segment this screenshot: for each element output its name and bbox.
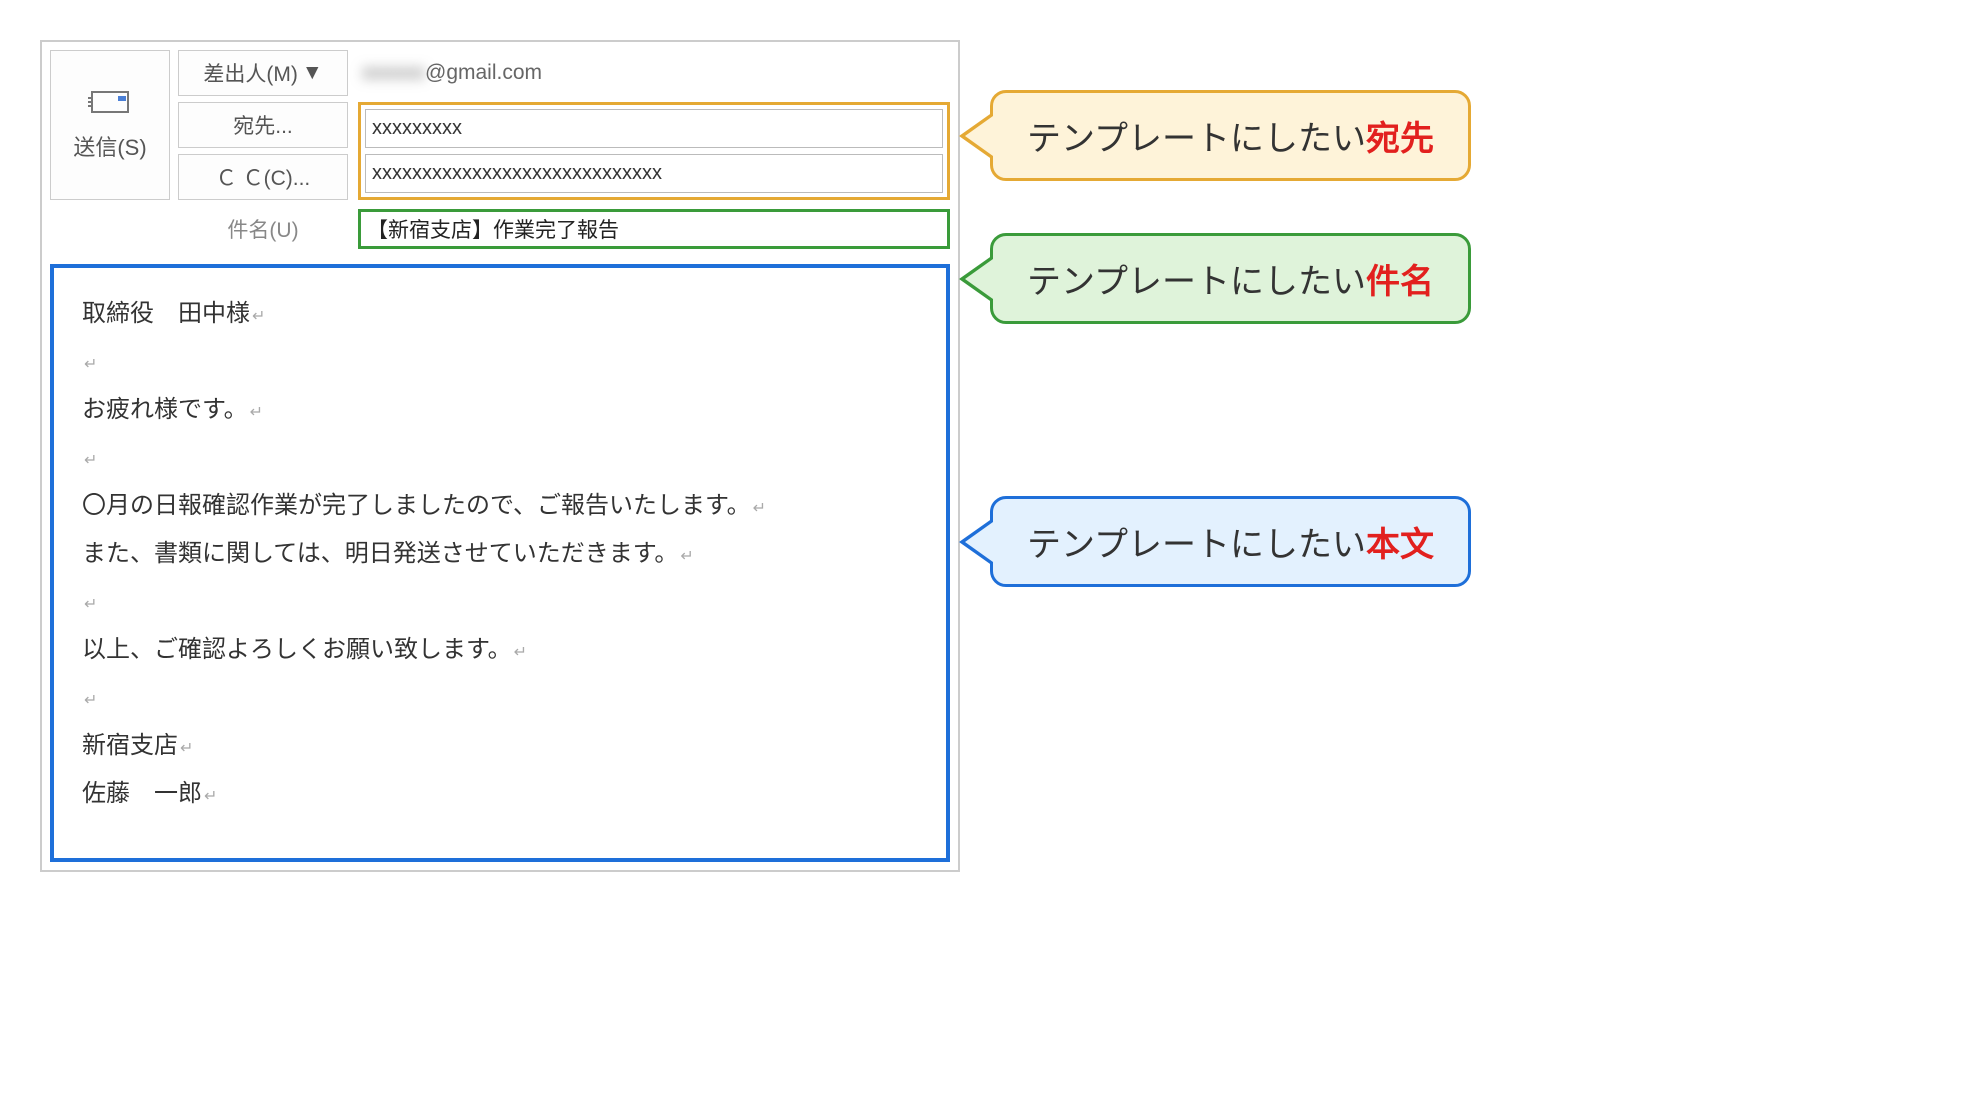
- send-icon: [88, 88, 132, 116]
- subject-input[interactable]: 【新宿支店】作業完了報告: [358, 209, 950, 249]
- body-line: また、書類に関しては、明日発送させていただきます。: [82, 530, 918, 578]
- subject-label: 件名(U): [178, 214, 348, 244]
- callout-arrow-inner: [965, 116, 993, 156]
- recipients-block: 宛先... Ｃ Ｃ(C)... xxxxxxxxx xxxxxxxxxxxxxx…: [178, 102, 950, 200]
- from-row: 差出人(M) ▼ xxxxxx@gmail.com: [178, 50, 950, 96]
- from-label: 差出人(M): [203, 58, 297, 88]
- header-fields: 差出人(M) ▼ xxxxxx@gmail.com 宛先... Ｃ Ｃ(C)..…: [178, 50, 950, 252]
- body-line: [82, 338, 918, 386]
- body-line: 以上、ご確認よろしくお願い致します。: [82, 626, 918, 674]
- body-textarea[interactable]: 取締役 田中様 お疲れ様です。 〇月の日報確認作業が完了しましたので、ご報告いた…: [50, 264, 950, 862]
- body-line: 佐藤 一郎: [82, 770, 918, 818]
- from-blurred: xxxxxx: [362, 61, 425, 84]
- body-line: [82, 434, 918, 482]
- callout-text: テンプレートにしたい: [1027, 263, 1366, 301]
- compose-window: 送信(S) 差出人(M) ▼ xxxxxx@gmail.com 宛先...: [40, 40, 960, 872]
- send-button[interactable]: 送信(S): [50, 50, 170, 200]
- cc-blurred: xxxxxxxxxxxxxxxxxxxxxxxxxxxxx: [372, 162, 662, 185]
- callout-text: テンプレートにしたい: [1027, 120, 1366, 158]
- callout-arrow-inner: [965, 522, 993, 562]
- callout-subject: テンプレートにしたい件名: [990, 233, 1471, 324]
- callout-em: 件名: [1366, 263, 1434, 301]
- body-line: 新宿支店: [82, 722, 918, 770]
- body-line: 取締役 田中様: [82, 290, 918, 338]
- chevron-down-icon: ▼: [302, 61, 323, 85]
- cc-input[interactable]: xxxxxxxxxxxxxxxxxxxxxxxxxxxxx: [365, 154, 943, 193]
- to-label: 宛先...: [233, 110, 293, 140]
- cc-button[interactable]: Ｃ Ｃ(C)...: [178, 154, 348, 200]
- callout-em: 本文: [1366, 526, 1434, 564]
- to-blurred: xxxxxxxxx: [372, 117, 462, 140]
- body-line: お疲れ様です。: [82, 386, 918, 434]
- callout-arrow-inner: [965, 259, 993, 299]
- callouts: テンプレートにしたい宛先 テンプレートにしたい件名 テンプレートにしたい本文: [990, 40, 1471, 587]
- send-label: 送信(S): [73, 130, 146, 162]
- to-button[interactable]: 宛先...: [178, 102, 348, 148]
- callout-to: テンプレートにしたい宛先: [990, 90, 1471, 181]
- callout-body: テンプレートにしたい本文: [990, 496, 1471, 587]
- subject-row: 件名(U) 【新宿支店】作業完了報告: [178, 206, 950, 252]
- body-line: [82, 674, 918, 722]
- to-highlight: xxxxxxxxx xxxxxxxxxxxxxxxxxxxxxxxxxxxxx: [358, 102, 950, 200]
- from-domain: @gmail.com: [425, 61, 542, 84]
- to-input[interactable]: xxxxxxxxx: [365, 109, 943, 148]
- body-line: [82, 578, 918, 626]
- from-button[interactable]: 差出人(M) ▼: [178, 50, 348, 96]
- callout-text: テンプレートにしたい: [1027, 526, 1366, 564]
- callout-em: 宛先: [1366, 120, 1434, 158]
- body-line: 〇月の日報確認作業が完了しましたので、ご報告いたします。: [82, 482, 918, 530]
- cc-label: Ｃ Ｃ(C)...: [216, 162, 311, 192]
- compose-header: 送信(S) 差出人(M) ▼ xxxxxx@gmail.com 宛先...: [50, 50, 950, 252]
- from-value: xxxxxx@gmail.com: [358, 59, 950, 87]
